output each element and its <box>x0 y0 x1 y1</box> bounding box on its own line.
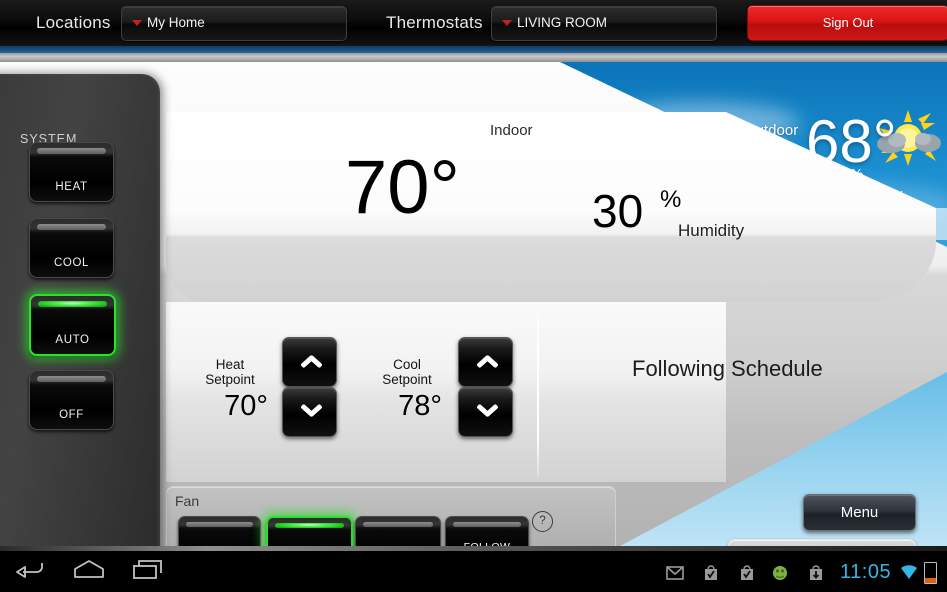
system-mode-off-button[interactable]: OFF <box>29 370 114 430</box>
thermostat-dropdown-value: LIVING ROOM <box>517 15 608 30</box>
heat-setpoint-value: 70° <box>224 390 268 422</box>
thermostat-dropdown[interactable]: LIVING ROOM <box>491 6 717 41</box>
main-stage: Outdoor 68° 70 % Humidity 5-Day Forecast… <box>0 46 947 546</box>
fan-mode-circulate-button[interactable]: CIRCULATE <box>355 516 441 546</box>
back-arrow-icon[interactable] <box>12 558 50 580</box>
indicator-lamp <box>38 301 107 307</box>
play-store-check-icon <box>741 565 753 580</box>
cool-setpoint-label-line1: Cool <box>393 357 421 372</box>
gmail-icon <box>666 566 684 580</box>
cool-setpoint-decrease-button[interactable] <box>458 387 513 437</box>
sign-out-button[interactable]: Sign Out <box>747 5 947 41</box>
top-bar: Locations My Home Thermostats LIVING ROO… <box>0 0 947 47</box>
locations-label: Locations <box>36 13 111 32</box>
cool-setpoint-increase-button[interactable] <box>458 337 513 387</box>
heat-setpoint-label-line1: Heat <box>215 357 245 372</box>
chevron-up-icon <box>475 351 499 370</box>
indicator-lamp <box>186 522 253 527</box>
indicator-lamp <box>363 522 433 527</box>
system-mode-off-label: OFF <box>59 409 84 421</box>
wifi-icon <box>901 565 917 579</box>
cool-setpoint-value: 78° <box>398 390 442 422</box>
schedule-status-text: Following Schedule <box>632 356 823 381</box>
heat-setpoint-label: Heat Setpoint <box>185 357 275 387</box>
system-mode-auto-button[interactable]: AUTO <box>29 294 116 356</box>
location-dropdown-value: My Home <box>147 15 205 30</box>
indoor-humidity-value: 30 <box>592 185 644 237</box>
download-bag-icon <box>810 565 822 580</box>
indicator-lamp <box>453 522 521 527</box>
android-navigation-bar: 11:05 <box>0 546 947 592</box>
indicator-lamp <box>37 224 106 230</box>
indoor-humidity-label: Humidity <box>678 221 745 240</box>
system-mode-cool-label: COOL <box>54 257 89 269</box>
fan-mode-on-button[interactable]: ON <box>178 516 261 546</box>
vertical-divider <box>537 306 539 478</box>
cool-setpoint-label: Cool Setpoint <box>362 357 452 387</box>
heat-setpoint-label-line2: Setpoint <box>205 372 255 387</box>
system-mode-auto-label: AUTO <box>55 334 90 346</box>
battery-icon <box>924 562 937 584</box>
recent-apps-icon[interactable] <box>130 558 168 580</box>
top-accent-strip <box>0 46 947 53</box>
submit-button[interactable]: Submit <box>728 539 916 546</box>
navbar-highlight <box>0 546 947 551</box>
thermostats-label: Thermostats <box>386 13 483 32</box>
help-icon[interactable]: ? <box>532 511 553 532</box>
indoor-humidity-percent-sign: % <box>660 186 682 213</box>
status-bar-clock: 11:05 <box>840 561 892 583</box>
system-mode-heat-label: HEAT <box>55 181 88 193</box>
play-store-check-icon <box>705 565 717 580</box>
location-dropdown[interactable]: My Home <box>121 6 347 41</box>
cool-setpoint-label-line2: Setpoint <box>382 372 432 387</box>
indoor-temperature: 70° <box>345 145 460 230</box>
chevron-down-icon <box>132 20 142 26</box>
heat-setpoint-decrease-button[interactable] <box>282 387 337 437</box>
android-avatar-icon <box>773 566 787 580</box>
fan-mode-auto-button[interactable]: AUTO <box>266 516 353 546</box>
indoor-label: Indoor <box>490 122 533 139</box>
indicator-lamp <box>37 376 106 382</box>
fan-title: Fan <box>175 493 200 509</box>
system-mode-cool-button[interactable]: COOL <box>29 218 114 278</box>
indicator-lamp <box>37 148 106 154</box>
indicator-lamp <box>275 523 344 528</box>
chevron-down-icon <box>299 401 323 420</box>
system-mode-heat-button[interactable]: HEAT <box>29 142 114 202</box>
fan-mode-follow-schedule-button[interactable]: FOLLOW SCHEDULE <box>445 516 529 546</box>
chevron-down-icon <box>475 401 499 420</box>
menu-button[interactable]: Menu <box>803 494 916 531</box>
home-icon[interactable] <box>70 558 108 580</box>
chevron-down-icon <box>502 20 512 26</box>
thermostat-app-screen: Locations My Home Thermostats LIVING ROO… <box>0 0 947 592</box>
chevron-up-icon <box>299 351 323 370</box>
heat-setpoint-increase-button[interactable] <box>282 337 337 387</box>
gray-accent-strip <box>0 53 947 62</box>
